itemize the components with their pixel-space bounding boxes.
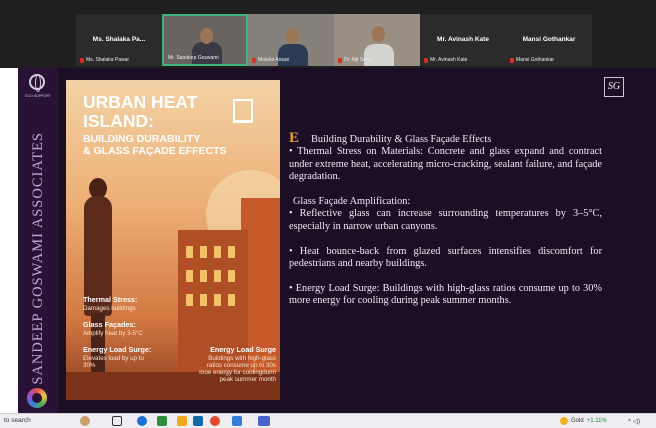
glass-text: Amplify heat by 3-5°C: [83, 330, 143, 337]
edge-icon[interactable]: [137, 416, 147, 426]
participant-face: [200, 28, 213, 44]
brand-name: SANDEEP GOSWAMI ASSOCIATES: [29, 131, 46, 385]
window-shape: [186, 294, 193, 306]
energy-surge-text: peak summer month: [219, 376, 276, 383]
mic-muted-icon: [80, 57, 84, 63]
poster-image: URBAN HEAT ISLAND: BUILDING DURABILITY &…: [66, 80, 280, 400]
slide-text-content: E Building Durability & Glass Façade Effe…: [289, 130, 602, 320]
window-shape: [228, 270, 235, 282]
gold-icon: [560, 417, 568, 425]
participant-tag-label: Ms. Shalaka Pawar: [86, 57, 130, 63]
thermal-text: Damages buildings: [83, 305, 136, 312]
chrome-icon[interactable]: [210, 416, 220, 426]
energy-surge-text: Buildings with high-glass: [208, 355, 276, 362]
poster-title-line: URBAN HEAT: [83, 92, 198, 112]
mic-muted-icon: [424, 57, 428, 63]
energy-surge-label: Energy Load Surge: [210, 345, 276, 354]
window-shape: [228, 294, 235, 306]
participant-tag: Mr. Sandeep Goswami: [168, 55, 219, 61]
slide-heading-text: Building Durability & Glass Façade Effec…: [311, 134, 492, 145]
poster-subtitle: BUILDING DURABILITY & GLASS FAÇADE EFFEC…: [83, 133, 227, 157]
participant-tag: Dr. Ajit Salvi: [338, 57, 371, 63]
participant-tile-active[interactable]: Mr. Sandeep Goswami: [162, 14, 248, 66]
vertical-brand-text: SANDEEP GOSWAMI ASSOCIATES: [21, 108, 55, 408]
slide-heading: E Building Durability & Glass Façade Effe…: [289, 130, 602, 146]
window-shape: [214, 246, 221, 258]
participant-tag-label: Maleka Ansari: [258, 57, 290, 63]
poster-subtitle-line: BUILDING DURABILITY: [83, 133, 201, 145]
taskbar: to search Gold +1.11% ^ ◁): [0, 413, 656, 428]
mic-muted-icon: [338, 57, 342, 63]
window-shape: [228, 246, 235, 258]
glass-label: Glass Façades:: [83, 320, 136, 329]
participant-tag: Mansi Gothankar: [510, 57, 554, 63]
mic-muted-icon: [252, 57, 256, 63]
participant-tag: Ms. Shalaka Pawar: [80, 57, 129, 63]
energy-surge-text: ratios consume up to 30s: [206, 362, 276, 369]
participant-tile[interactable]: Mr. Avinash Kate Mr. Avinash Kate: [420, 14, 506, 66]
participant-tag: Mr. Avinash Kate: [424, 57, 467, 63]
sg-logo: SG: [604, 77, 624, 97]
chevron-up-icon[interactable]: ^ ◁): [628, 417, 640, 425]
taskbar-search[interactable]: to search: [4, 417, 31, 424]
participant-strip: Ms. Shalaka Pa... Ms. Shalaka Pawar Mr. …: [0, 0, 656, 68]
window-shape: [186, 246, 193, 258]
participant-face: [372, 26, 385, 42]
participant-name: Mansi Gothankar: [522, 36, 576, 43]
participant-name: Mr. Avinash Kate: [437, 36, 489, 43]
poster-title: URBAN HEAT ISLAND:: [83, 93, 197, 131]
energy-paragraph: • Energy Load Surge: Buildings with high…: [289, 282, 602, 307]
participant-tile[interactable]: Mansi Gothankar Mansi Gothankar: [506, 14, 592, 66]
store-icon[interactable]: [193, 416, 203, 426]
eco-support-label: ECO SUPPORT: [25, 94, 51, 98]
woman-silhouette: [84, 178, 112, 373]
window-shape: [214, 270, 221, 282]
window-shape: [200, 294, 207, 306]
glass-paragraph: • Reflective glass can increase surround…: [289, 208, 602, 232]
zoom-icon[interactable]: [258, 416, 270, 426]
photos-icon[interactable]: [232, 416, 242, 426]
energy-label: Energy Load Surge:: [83, 345, 152, 354]
task-view-icon[interactable]: [112, 416, 122, 426]
thermal-paragraph: • Thermal Stress on Materials: Concrete …: [289, 146, 602, 183]
energy-surge-text: moe energy for coolingdurin: [199, 369, 276, 376]
participant-face: [286, 28, 299, 44]
glass-heading: Glass Façade Amplification:: [293, 196, 411, 208]
stock-name: Gold: [571, 418, 584, 424]
file-explorer-icon[interactable]: [157, 416, 167, 426]
participant-tile[interactable]: Ms. Shalaka Pa... Ms. Shalaka Pawar: [76, 14, 162, 66]
mic-muted-icon: [510, 57, 514, 63]
energy-text: 30%: [83, 362, 96, 369]
participant-tag: Maleka Ansari: [252, 57, 289, 63]
participant-tile[interactable]: Dr. Ajit Salvi: [334, 14, 420, 66]
window-shape: [200, 246, 207, 258]
search-highlight-icon[interactable]: [80, 416, 90, 426]
globe-icon: [29, 74, 45, 92]
window-shape: [214, 294, 221, 306]
drop-cap: E: [289, 130, 300, 146]
participant-tile[interactable]: Maleka Ansari: [248, 14, 334, 66]
folder-icon[interactable]: [177, 416, 187, 426]
poster-title-line: ISLAND:: [83, 111, 154, 131]
participant-tag-label: Mansi Gothankar: [516, 57, 555, 63]
participant-tag-label: Mr. Avinash Kate: [430, 57, 468, 63]
energy-text: Elevates load by up to: [83, 355, 144, 362]
bounce-paragraph: • Heat bounce-back from glazed surfaces …: [289, 245, 602, 270]
window-shape: [186, 270, 193, 282]
participant-tag-label: Dr. Ajit Salvi: [344, 57, 371, 63]
color-ring-icon: [27, 388, 47, 408]
stock-widget[interactable]: Gold +1.11%: [560, 417, 607, 425]
window-shape: [200, 270, 207, 282]
slide-sidebar: ECO SUPPORT SANDEEP GOSWAMI ASSOCIATES: [18, 68, 58, 413]
thermal-label: Thermal Stress:: [83, 295, 138, 304]
participant-name: Ms. Shalaka Pa...: [92, 36, 146, 43]
building-icon: [233, 99, 253, 123]
poster-subtitle-line: & GLASS FAÇADE EFFECTS: [83, 145, 227, 157]
participant-tag-label: Mr. Sandeep Goswami: [168, 55, 219, 61]
stock-change: +1.11%: [586, 418, 607, 424]
shared-screen-slide: ECO SUPPORT SANDEEP GOSWAMI ASSOCIATES U…: [18, 68, 656, 413]
